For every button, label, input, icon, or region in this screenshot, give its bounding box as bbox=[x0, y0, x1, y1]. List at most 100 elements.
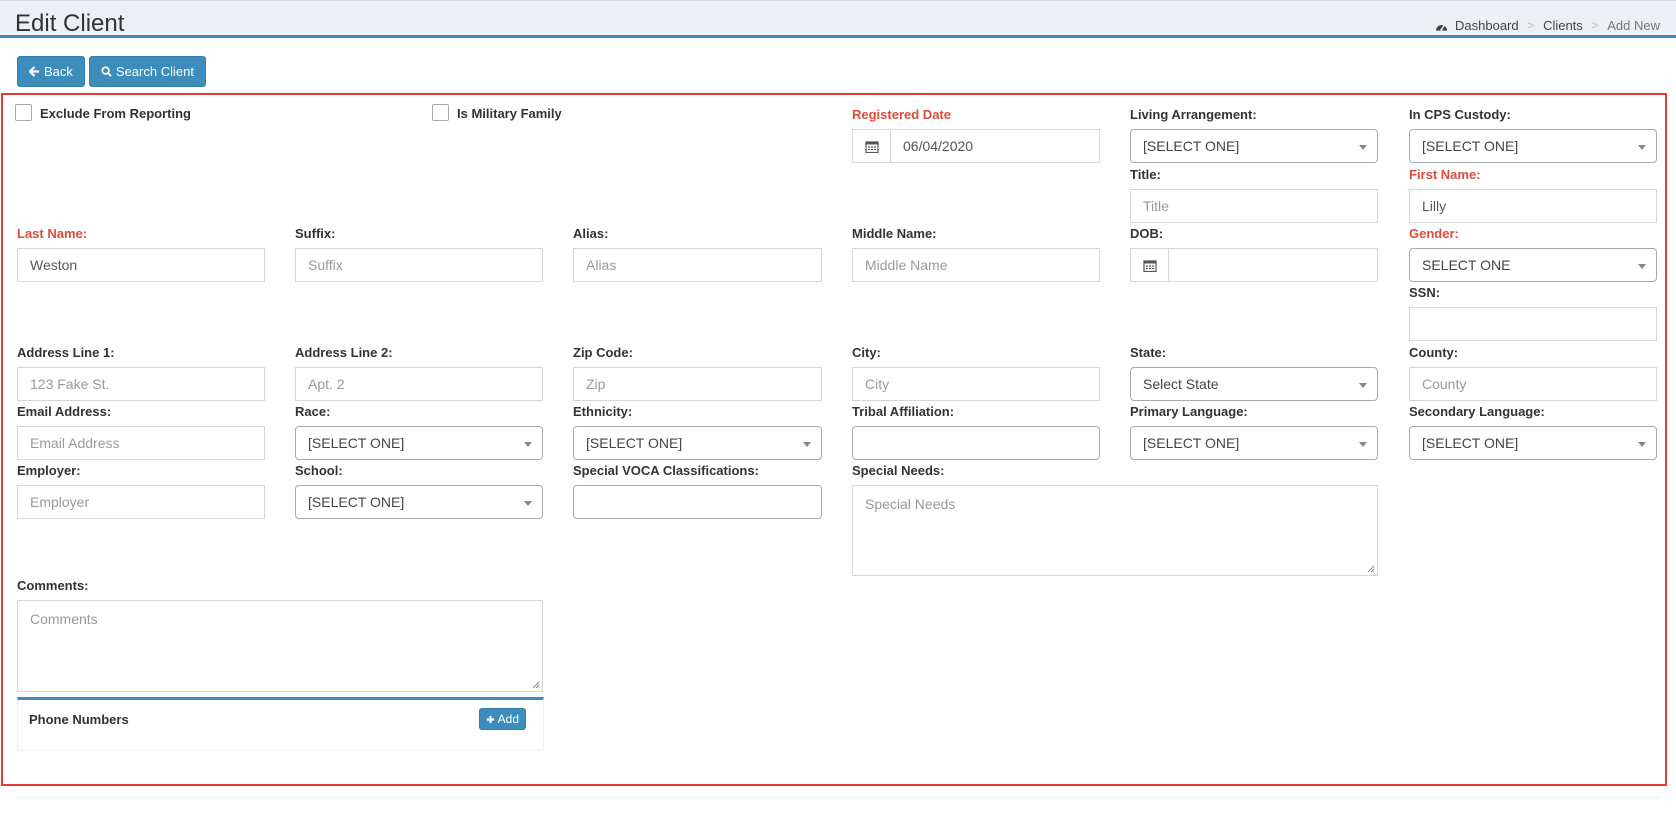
breadcrumb-separator: > bbox=[1591, 19, 1599, 32]
resize-grip-icon[interactable] bbox=[532, 681, 540, 689]
breadcrumb-clients-link[interactable]: Clients bbox=[1543, 18, 1583, 33]
chevron-down-icon bbox=[803, 442, 811, 447]
registered-date-input[interactable]: 06/04/2020 bbox=[890, 129, 1100, 163]
middle-name-input[interactable]: Middle Name bbox=[852, 248, 1100, 282]
comments-label: Comments: bbox=[17, 578, 89, 593]
special-needs-label: Special Needs: bbox=[852, 463, 945, 478]
address-line-1-input[interactable]: 123 Fake St. bbox=[17, 367, 265, 401]
dashboard-icon bbox=[1435, 24, 1448, 31]
ethnicity-label: Ethnicity: bbox=[573, 404, 633, 419]
exclude-from-reporting-checkbox[interactable] bbox=[15, 104, 32, 121]
employer-input[interactable]: Employer bbox=[17, 485, 265, 519]
first-name-label: First Name: bbox=[1409, 167, 1481, 182]
chevron-down-icon bbox=[1359, 145, 1367, 150]
secondary-language-select[interactable]: [SELECT ONE] bbox=[1409, 426, 1657, 460]
gender-label: Gender: bbox=[1409, 226, 1459, 241]
middle-name-label: Middle Name: bbox=[852, 226, 937, 241]
exclude-from-reporting-label: Exclude From Reporting bbox=[40, 106, 191, 121]
city-label: City: bbox=[852, 345, 881, 360]
ethnicity-select[interactable]: [SELECT ONE] bbox=[573, 426, 822, 460]
county-label: County: bbox=[1409, 345, 1459, 360]
school-select[interactable]: [SELECT ONE] bbox=[295, 485, 543, 519]
school-label: School: bbox=[295, 463, 343, 478]
race-value: [SELECT ONE] bbox=[308, 435, 405, 451]
special-needs-textarea[interactable]: Special Needs bbox=[852, 485, 1378, 576]
comments-textarea[interactable]: Comments bbox=[17, 600, 543, 692]
address-line-1-label: Address Line 1: bbox=[17, 345, 115, 360]
calendar-icon bbox=[1142, 259, 1157, 272]
secondary-language-label: Secondary Language: bbox=[1409, 404, 1545, 419]
zip-code-input[interactable]: Zip bbox=[573, 367, 822, 401]
county-input[interactable]: County bbox=[1409, 367, 1657, 401]
dob-input[interactable] bbox=[1168, 248, 1378, 282]
suffix-input[interactable]: Suffix bbox=[295, 248, 543, 282]
email-label: Email Address: bbox=[17, 404, 112, 419]
search-client-label: Search Client bbox=[115, 64, 194, 79]
race-label: Race: bbox=[295, 404, 331, 419]
special-voca-label: Special VOCA Classifications: bbox=[573, 463, 759, 478]
is-military-family-label: Is Military Family bbox=[457, 106, 562, 121]
state-select[interactable]: Select State bbox=[1130, 367, 1378, 401]
search-icon bbox=[101, 66, 112, 77]
chevron-down-icon bbox=[524, 442, 532, 447]
back-button-label: Back bbox=[44, 64, 73, 79]
arrow-left-icon bbox=[29, 66, 40, 77]
chevron-down-icon bbox=[1359, 442, 1367, 447]
state-label: State: bbox=[1130, 345, 1167, 360]
registered-date-calendar-button[interactable] bbox=[852, 129, 891, 163]
tribal-affiliation-label: Tribal Affiliation: bbox=[852, 404, 955, 419]
ethnicity-value: [SELECT ONE] bbox=[586, 435, 683, 451]
in-cps-custody-value: [SELECT ONE] bbox=[1422, 138, 1519, 154]
calendar-icon bbox=[864, 140, 879, 153]
city-input[interactable]: City bbox=[852, 367, 1100, 401]
registered-date-label: Registered Date bbox=[852, 107, 951, 122]
living-arrangement-select[interactable]: [SELECT ONE] bbox=[1130, 129, 1378, 163]
primary-language-select[interactable]: [SELECT ONE] bbox=[1130, 426, 1378, 460]
dob-calendar-button[interactable] bbox=[1130, 248, 1169, 282]
content-header: Edit Client Dashboard > Clients > Add Ne… bbox=[0, 0, 1676, 38]
is-military-family-checkbox[interactable] bbox=[432, 104, 449, 121]
living-arrangement-value: [SELECT ONE] bbox=[1143, 138, 1240, 154]
secondary-language-value: [SELECT ONE] bbox=[1422, 435, 1519, 451]
last-name-input[interactable]: Weston bbox=[17, 248, 265, 282]
comments-placeholder: Comments bbox=[30, 611, 98, 627]
race-select[interactable]: [SELECT ONE] bbox=[295, 426, 543, 460]
school-value: [SELECT ONE] bbox=[308, 494, 405, 510]
zip-code-label: Zip Code: bbox=[573, 345, 633, 360]
breadcrumb: Dashboard > Clients > Add New bbox=[1435, 18, 1660, 33]
title-input[interactable]: Title bbox=[1130, 189, 1378, 223]
page-title: Edit Client bbox=[15, 10, 125, 37]
phone-numbers-title: Phone Numbers bbox=[29, 712, 129, 727]
employer-label: Employer: bbox=[17, 463, 81, 478]
breadcrumb-active: Add New bbox=[1607, 18, 1660, 33]
dob-label: DOB: bbox=[1130, 226, 1164, 241]
toolbar: Back Search Client bbox=[17, 56, 206, 87]
address-line-2-input[interactable]: Apt. 2 bbox=[295, 367, 543, 401]
alias-label: Alias: bbox=[573, 226, 609, 241]
breadcrumb-dashboard-link[interactable]: Dashboard bbox=[1455, 18, 1519, 33]
special-needs-placeholder: Special Needs bbox=[865, 496, 956, 512]
alias-input[interactable]: Alias bbox=[573, 248, 822, 282]
gender-select[interactable]: SELECT ONE bbox=[1409, 248, 1657, 282]
living-arrangement-label: Living Arrangement: bbox=[1130, 107, 1257, 122]
tribal-affiliation-input[interactable] bbox=[852, 426, 1100, 460]
gender-value: SELECT ONE bbox=[1422, 257, 1511, 273]
email-input[interactable]: Email Address bbox=[17, 426, 265, 460]
add-phone-label: Add bbox=[497, 712, 519, 726]
chevron-down-icon bbox=[1638, 264, 1646, 269]
in-cps-custody-label: In CPS Custody: bbox=[1409, 107, 1511, 122]
chevron-down-icon bbox=[1638, 442, 1646, 447]
special-voca-input[interactable] bbox=[573, 485, 822, 519]
in-cps-custody-select[interactable]: [SELECT ONE] bbox=[1409, 129, 1657, 163]
add-phone-button[interactable]: Add bbox=[478, 708, 526, 730]
breadcrumb-separator: > bbox=[1527, 19, 1535, 32]
ssn-input[interactable] bbox=[1409, 307, 1657, 341]
chevron-down-icon bbox=[1638, 145, 1646, 150]
back-button[interactable]: Back bbox=[17, 56, 85, 87]
phone-numbers-box: Phone Numbers Add bbox=[17, 697, 544, 751]
first-name-input[interactable]: Lilly bbox=[1409, 189, 1657, 223]
suffix-label: Suffix: bbox=[295, 226, 336, 241]
resize-grip-icon[interactable] bbox=[1367, 565, 1375, 573]
search-client-button[interactable]: Search Client bbox=[88, 56, 206, 87]
plus-icon bbox=[486, 715, 494, 723]
